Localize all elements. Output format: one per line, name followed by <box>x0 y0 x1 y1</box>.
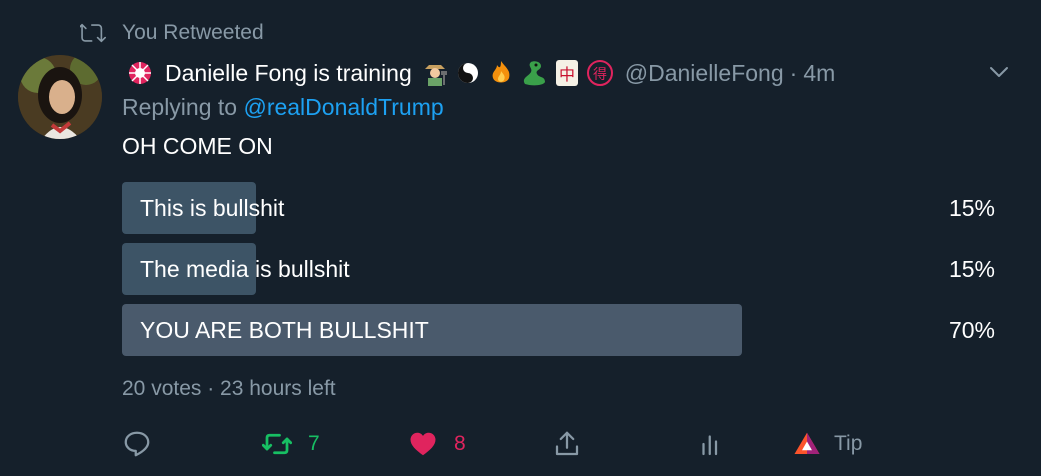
reply-icon <box>124 431 150 457</box>
poll-option-percent: 70% <box>948 317 995 343</box>
replying-to-prefix: Replying to <box>122 94 238 120</box>
avatar[interactable] <box>18 55 102 139</box>
poll-option: The media is bullshit 15% <box>122 243 995 295</box>
reply-mention-link[interactable]: @realDonaldTrump <box>243 94 443 120</box>
replying-to: Replying to @realDonaldTrump <box>122 94 444 121</box>
author-handle[interactable]: @DanielleFong <box>625 60 784 87</box>
poll-option-label: YOU ARE BOTH BULLSHIT <box>140 317 429 343</box>
like-button[interactable]: 8 <box>408 424 466 464</box>
circled-ideograph-icon: 得 <box>585 58 615 88</box>
analytics-icon <box>702 435 718 456</box>
retweet-count: 7 <box>308 432 320 455</box>
poll-option: This is bullshit 15% <box>122 182 995 234</box>
reply-button[interactable] <box>122 424 168 464</box>
poll-option-percent: 15% <box>948 256 995 282</box>
retweet-icon <box>262 433 292 455</box>
chevron-down-icon[interactable] <box>987 60 1011 84</box>
svg-text:中: 中 <box>559 65 575 84</box>
tip-label: Tip <box>834 432 863 455</box>
share-button[interactable] <box>552 424 582 464</box>
analytics-button[interactable] <box>696 424 726 464</box>
poll: This is bullshit 15% The media is bullsh… <box>122 182 995 365</box>
svg-text:得: 得 <box>593 66 607 83</box>
badge-icon <box>125 58 155 88</box>
social-context-label: You Retweeted <box>122 21 264 44</box>
farmer-icon <box>420 58 450 88</box>
fire-icon <box>486 58 516 88</box>
tweet-actions: 7 8 Tip <box>122 424 882 464</box>
separator-dot: · <box>789 59 798 86</box>
brave-tip-icon <box>794 432 820 454</box>
tweet-text: OH COME ON <box>122 133 273 159</box>
tip-button[interactable]: Tip <box>792 424 862 464</box>
tweet-header: Danielle Fong is training 中 得 @DanielleF… <box>122 56 835 90</box>
display-name[interactable]: Danielle Fong is training <box>165 60 412 87</box>
like-count: 8 <box>454 432 466 455</box>
retweet-icon <box>80 23 106 43</box>
poll-option-label: The media is bullshit <box>140 256 350 282</box>
retweet-button[interactable]: 7 <box>262 424 320 464</box>
share-icon <box>555 431 579 456</box>
social-context: You Retweeted <box>80 20 264 46</box>
yin-yang-icon <box>453 58 483 88</box>
tweet[interactable]: You Retweeted Danielle Fong is training <box>0 0 1041 476</box>
poll-option: YOU ARE BOTH BULLSHIT 70% <box>122 304 995 356</box>
poll-meta: 20 votes · 23 hours left <box>122 377 336 400</box>
mahjong-icon: 中 <box>552 58 582 88</box>
dragon-icon <box>519 58 549 88</box>
avatar-image <box>18 55 102 139</box>
heart-icon <box>410 432 436 456</box>
poll-option-percent: 15% <box>948 195 995 221</box>
tweet-timestamp[interactable]: 4m <box>803 60 835 87</box>
poll-option-label: This is bullshit <box>140 195 285 221</box>
